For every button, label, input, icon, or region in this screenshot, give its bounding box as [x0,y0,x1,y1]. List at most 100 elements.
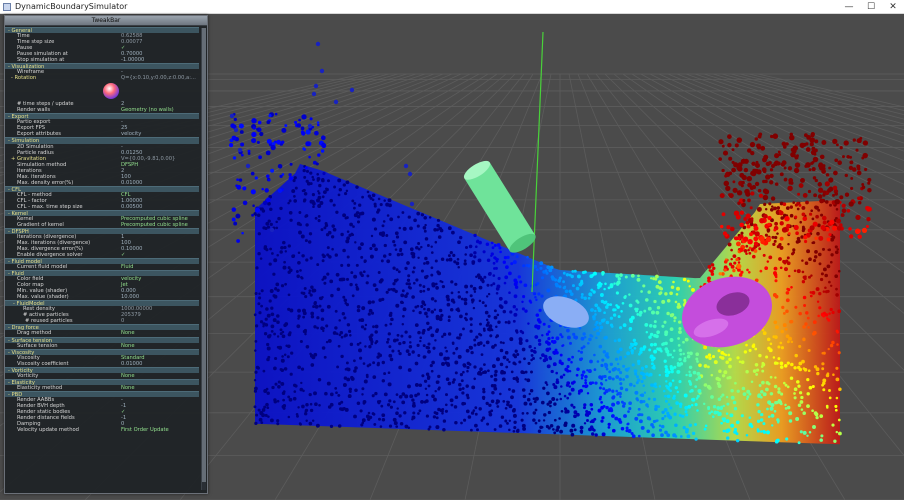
fluid-particle [590,308,594,312]
fluid-particle [435,286,439,290]
fluid-particle [664,292,668,296]
maximize-button[interactable]: ☐ [860,0,882,14]
fluid-particle [304,215,308,218]
fluid-particle [529,402,533,406]
fluid-particle [356,305,361,309]
fluid-particle [555,336,560,341]
close-button[interactable]: ✕ [882,0,904,14]
splash-particle [727,142,732,148]
fluid-particle [513,312,518,317]
splash-particle [770,135,774,139]
splash-particle [236,178,239,182]
fluid-particle [266,391,270,395]
fluid-particle [557,278,562,283]
fluid-particle [624,355,627,358]
fluid-particle [454,371,458,375]
fluid-particle [309,402,313,406]
fluid-particle [342,248,346,253]
fluid-particle [613,308,617,312]
rotation-ball-icon[interactable] [103,83,119,100]
fluid-particle [253,389,257,393]
fluid-particle [521,388,526,392]
fluid-particle [442,428,446,432]
splash-particle [850,186,854,190]
fluid-particle [325,233,330,237]
row-value[interactable]: First Order Update [121,427,169,433]
splash-particle [265,150,271,156]
fluid-particle [473,343,477,347]
fluid-particle [833,439,837,443]
splash-particle [756,206,762,212]
fluid-particle [490,374,494,378]
fluid-particle [308,289,312,293]
fluid-particle [342,213,347,218]
splash-particle [756,143,761,149]
fluid-particle [445,377,450,382]
fluid-particle [431,360,435,365]
fluid-particle [483,370,488,374]
fluid-particle [353,201,357,205]
fluid-particle [570,274,574,279]
fluid-particle [740,231,744,235]
minimize-button[interactable]: — [838,0,860,14]
fluid-particle [257,252,261,256]
fluid-particle [764,266,768,270]
fluid-particle [535,268,539,272]
fluid-particle [600,382,604,386]
fluid-particle [266,346,271,351]
fluid-particle [326,381,331,386]
fluid-particle [309,293,313,297]
fluid-particle [627,429,632,433]
fluid-particle [407,274,411,278]
fluid-particle [341,277,346,282]
fluid-particle [675,292,679,296]
tweakbar-title[interactable]: TweakBar [5,16,207,26]
fluid-particle [712,415,715,418]
splash-particle [811,167,816,172]
fluid-particle [720,421,723,425]
fluid-particle [762,392,767,397]
splash-particle [835,143,839,147]
fluid-particle [618,377,622,381]
fluid-particle [265,387,269,391]
fluid-particle [439,352,443,357]
fluid-particle [546,265,550,269]
fluid-particle [774,400,778,405]
splash-particle [839,223,843,227]
fluid-particle [528,392,531,396]
fluid-particle [515,330,519,334]
fluid-particle [274,382,278,386]
fluid-particle [344,367,348,371]
fluid-particle [271,252,274,255]
fluid-particle [363,379,368,384]
splash-particle [777,150,781,154]
fluid-particle [342,183,346,187]
fluid-particle [360,325,365,329]
splash-particle [798,183,804,189]
fluid-particle [461,391,465,395]
gravity-axis-line [531,31,544,293]
fluid-particle [598,281,602,285]
tweakbar-panel[interactable]: TweakBar - General Time 0.62588 Time step s… [4,15,208,494]
rotation-widget[interactable] [5,81,199,101]
fluid-particle [655,310,660,315]
fluid-particle [593,417,597,421]
splash-particle [843,140,849,146]
tweakbar-row[interactable]: Velocity update method First Order Update [5,427,199,433]
fluid-particle [514,285,519,289]
fluid-particle [463,418,467,422]
fluid-particle [278,345,283,350]
tweakbar-scrollbar[interactable] [201,28,206,490]
scrollbar-thumb[interactable] [202,28,206,482]
fluid-particle [590,407,594,411]
splash-particle [233,117,237,122]
fluid-particle [371,394,375,398]
splash-particle [794,215,798,219]
title-bar[interactable]: DynamicBoundarySimulator — ☐ ✕ [0,0,904,14]
fluid-particle [580,377,584,380]
fluid-particle [450,403,454,407]
fluid-particle [395,338,399,342]
fluid-particle [636,375,639,379]
fluid-particle [323,355,327,359]
splash-particle [829,219,835,225]
